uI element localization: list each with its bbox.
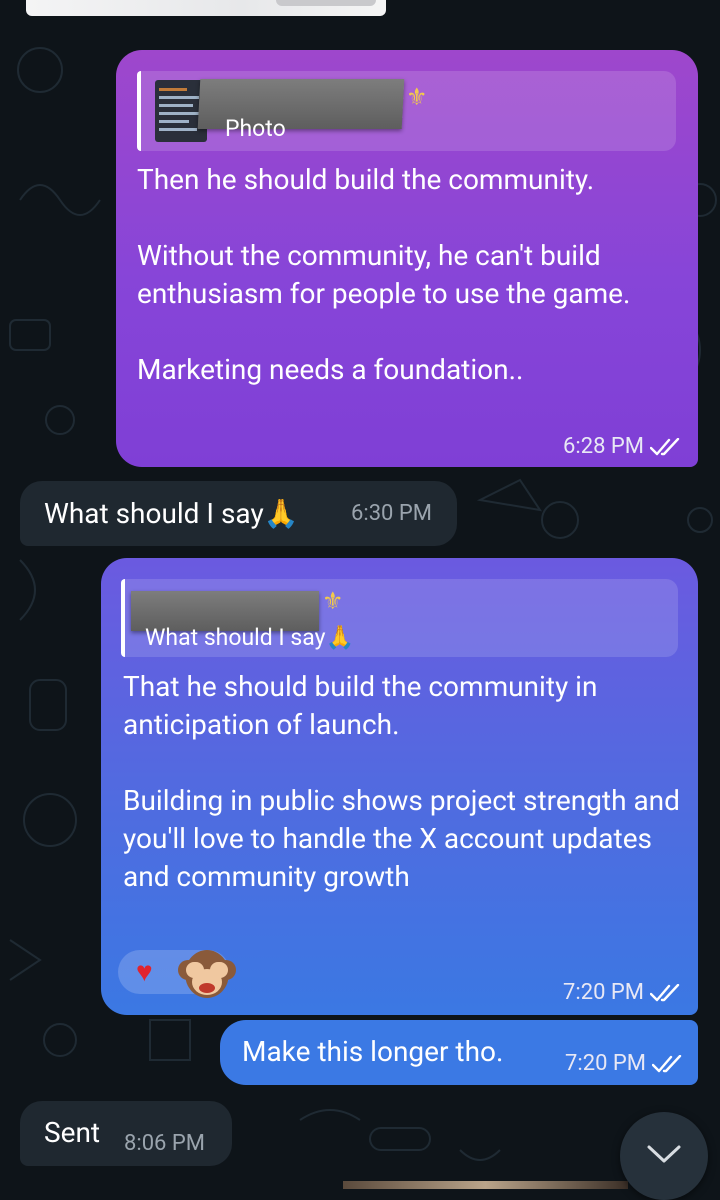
message-text: Then he should build the community. With… — [137, 163, 631, 386]
double-check-icon — [652, 1054, 682, 1072]
reply-quote-text: What should I say — [145, 624, 326, 651]
reply-quote-label: What should I say🙏 — [145, 625, 354, 651]
message-text: Sent — [44, 1116, 101, 1149]
message-time: 8:06 PM — [124, 1131, 205, 1156]
next-media-preview[interactable] — [343, 1181, 628, 1189]
message-meta: 7:20 PM — [565, 1051, 684, 1076]
pray-emoji: 🙏 — [263, 497, 299, 530]
message-meta: 7:20 PM — [563, 980, 682, 1005]
chevron-down-icon — [647, 1145, 681, 1163]
fleur-de-lis-icon: ⚜ — [406, 83, 428, 111]
message-text: That he should build the community in an… — [123, 670, 680, 893]
message-time: 6:30 PM — [351, 501, 432, 526]
double-check-icon — [650, 437, 680, 455]
previous-media-preview[interactable] — [26, 0, 386, 16]
reply-quote[interactable]: ⚜ Photo — [137, 71, 676, 151]
see-no-evil-monkey-icon — [178, 950, 236, 998]
message-bubble-outgoing[interactable]: ⚜ What should I say🙏 That he should buil… — [101, 558, 698, 1015]
message-text-body: What should I say — [44, 497, 264, 530]
pray-emoji: 🙏 — [325, 624, 355, 651]
message-meta: 6:30 PM — [351, 501, 432, 526]
reaction-chip[interactable]: ♥ — [118, 950, 236, 998]
message-time: 6:28 PM — [563, 434, 644, 459]
message-bubble-incoming[interactable]: Sent 8:06 PM — [20, 1101, 232, 1166]
message-meta: 6:28 PM — [563, 434, 682, 459]
reply-quote[interactable]: ⚜ What should I say🙏 — [121, 579, 678, 657]
double-check-icon — [650, 983, 680, 1001]
scroll-to-bottom-button[interactable] — [620, 1112, 708, 1200]
message-time: 7:20 PM — [563, 980, 644, 1005]
message-meta: 8:06 PM — [124, 1131, 205, 1156]
message-text: Make this longer tho. — [242, 1035, 504, 1068]
fleur-de-lis-icon: ⚜ — [322, 587, 344, 615]
message-bubble-outgoing[interactable]: Make this longer tho. 7:20 PM — [220, 1020, 698, 1085]
message-bubble-outgoing[interactable]: ⚜ Photo Then he should build the communi… — [116, 50, 698, 467]
reply-quote-label: Photo — [225, 115, 286, 142]
message-bubble-incoming[interactable]: What should I say🙏 6:30 PM — [20, 481, 457, 546]
message-time: 7:20 PM — [565, 1051, 646, 1076]
message-text: What should I say🙏 — [44, 495, 299, 533]
heart-reaction-icon: ♥ — [136, 955, 153, 988]
